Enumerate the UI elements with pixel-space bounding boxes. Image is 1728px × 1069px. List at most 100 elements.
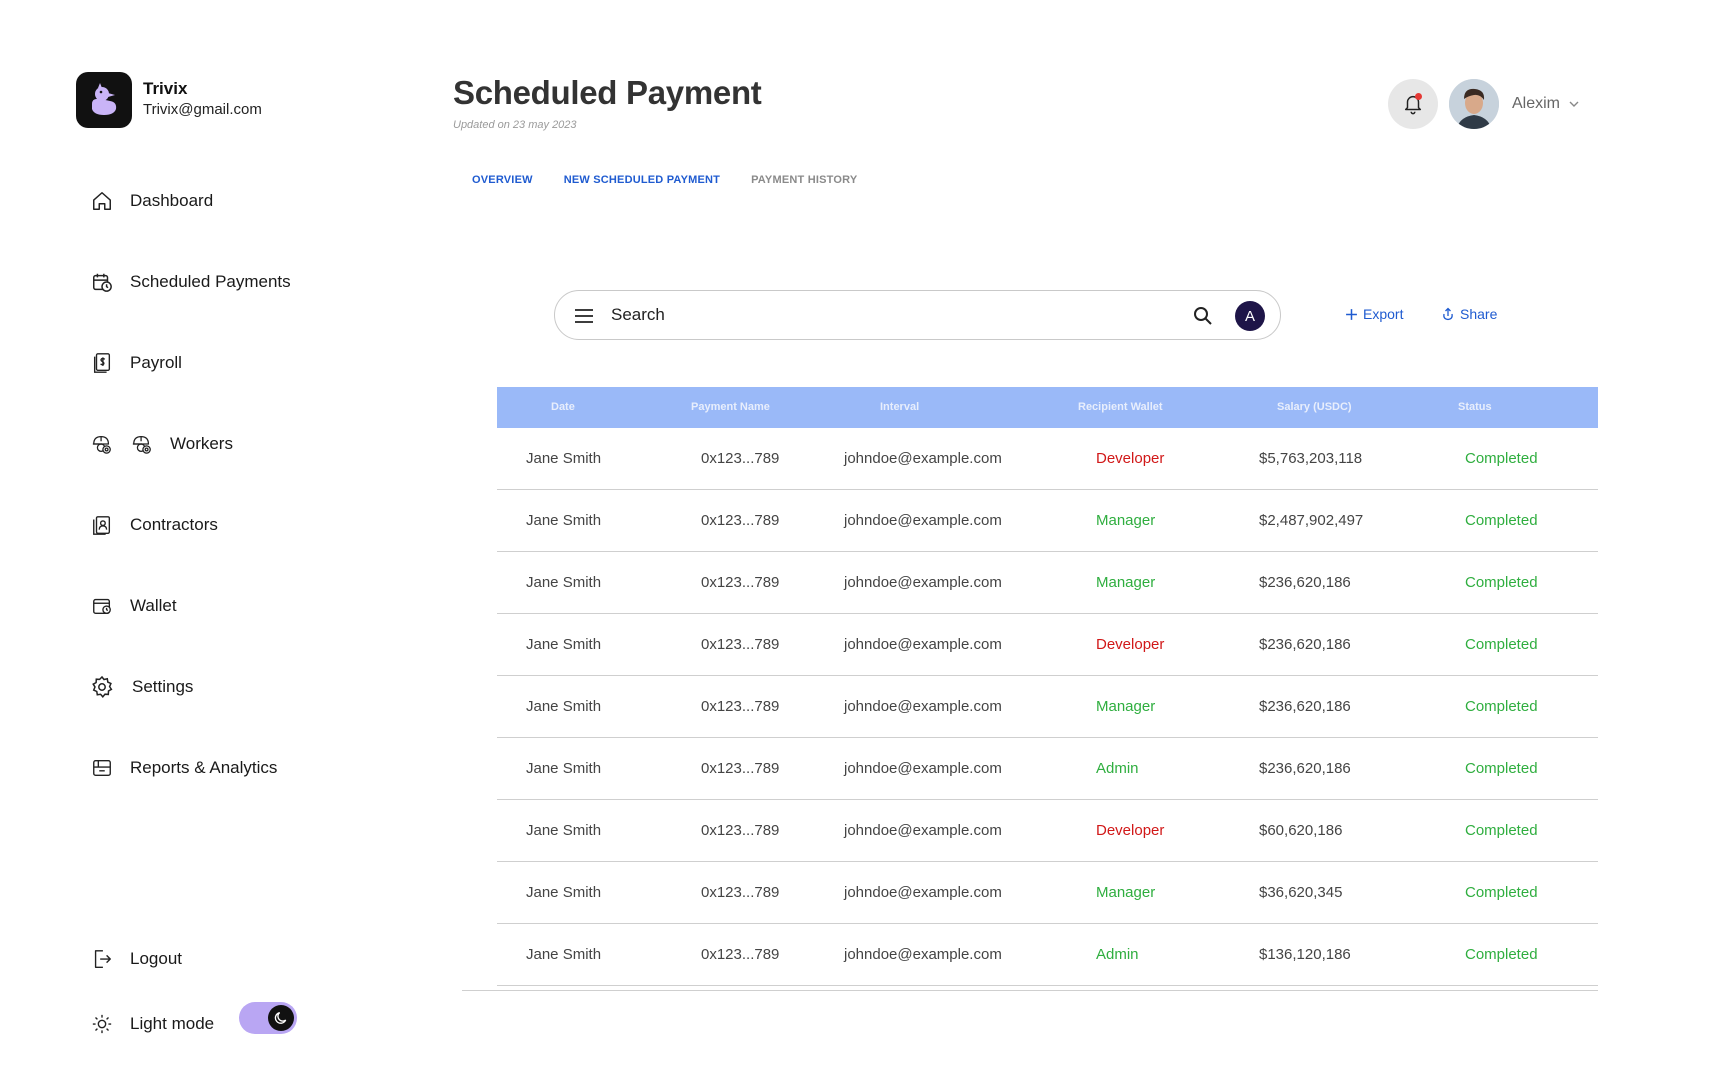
share-icon <box>1441 307 1455 321</box>
cell-date: Jane Smith <box>526 760 602 777</box>
sidebar-item-scheduled-payments[interactable]: Scheduled Payments <box>90 270 291 294</box>
theme-mode-row: Light mode <box>90 1012 214 1036</box>
cell-status: Completed <box>1465 822 1538 839</box>
cell-date: Jane Smith <box>526 698 602 715</box>
brand-name: Trivix <box>143 79 188 98</box>
table-row[interactable]: Jane Smith 0x123...789 johndoe@example.com… <box>497 862 1598 924</box>
cell-recipient-wallet: Admin <box>1096 760 1139 777</box>
cell-interval: johndoe@example.com <box>844 822 1002 839</box>
table-row[interactable]: Jane Smith 0x123...789 johndoe@example.com… <box>497 800 1598 862</box>
share-button[interactable]: Share <box>1441 306 1497 322</box>
moon-icon <box>274 1012 287 1024</box>
search-input[interactable] <box>611 301 1171 329</box>
cell-payment-name: 0x123...789 <box>701 636 780 653</box>
sidebar-item-wallet[interactable]: Wallet <box>90 594 177 618</box>
chevron-down-icon <box>1568 98 1580 110</box>
plus-icon <box>1345 308 1358 321</box>
share-label: Share <box>1460 306 1498 322</box>
reports-icon <box>90 756 114 780</box>
duck-logo-icon <box>92 83 117 115</box>
table-row[interactable]: Jane Smith 0x123...789 johndoe@example.com… <box>497 552 1598 614</box>
export-button[interactable]: Export <box>1345 306 1403 322</box>
cell-payment-name: 0x123...789 <box>701 450 780 467</box>
cell-payment-name: 0x123...789 <box>701 574 780 591</box>
sidebar-item-reports-analytics[interactable]: Reports & Analytics <box>90 756 277 780</box>
tab-payment-history[interactable]: PAYMENT HISTORY <box>751 174 857 186</box>
search-bar: A <box>554 290 1281 340</box>
notification-button[interactable] <box>1388 79 1438 129</box>
cell-recipient-wallet: Manager <box>1096 698 1156 715</box>
sidebar-item-dashboard[interactable]: Dashboard <box>90 189 213 213</box>
cell-date: Jane Smith <box>526 884 602 901</box>
search-avatar[interactable]: A <box>1235 301 1265 331</box>
cell-interval: johndoe@example.com <box>844 636 1002 653</box>
theme-toggle[interactable] <box>239 1002 297 1034</box>
cell-status: Completed <box>1465 450 1538 467</box>
cell-salary: $2,487,902,497 <box>1259 512 1364 529</box>
user-menu[interactable]: Alexim <box>1512 95 1580 113</box>
cell-status: Completed <box>1465 760 1538 777</box>
logout-button[interactable]: Logout <box>90 947 182 971</box>
payroll-icon <box>90 351 114 375</box>
cell-date: Jane Smith <box>526 822 602 839</box>
menu-icon[interactable] <box>572 304 596 328</box>
cell-salary: $236,620,186 <box>1259 760 1351 777</box>
sidebar-item-workers[interactable]: Workers <box>90 432 233 456</box>
wallet-icon <box>90 594 114 618</box>
search-icon[interactable] <box>1191 304 1215 328</box>
cell-date: Jane Smith <box>526 512 602 529</box>
avatar[interactable] <box>1449 79 1499 129</box>
cell-date: Jane Smith <box>526 636 602 653</box>
cell-recipient-wallet: Developer <box>1096 450 1165 467</box>
table-row[interactable]: Jane Smith 0x123...789 johndoe@example.com… <box>497 738 1598 800</box>
calendar-clock-icon <box>90 270 114 294</box>
table-row[interactable]: Jane Smith 0x123...789 johndoe@example.com… <box>497 614 1598 676</box>
cell-recipient-wallet: Manager <box>1096 512 1156 529</box>
cell-status: Completed <box>1465 946 1538 963</box>
page-title: Scheduled Payment <box>453 74 762 111</box>
cell-interval: johndoe@example.com <box>844 946 1002 963</box>
user-name: Alexim <box>1512 95 1561 112</box>
gear-icon <box>90 675 114 699</box>
column-header-interval[interactable]: Interval <box>880 401 919 413</box>
cell-status: Completed <box>1465 884 1538 901</box>
cell-status: Completed <box>1465 574 1538 591</box>
logout-icon <box>90 947 114 971</box>
table-row[interactable]: Jane Smith 0x123...789 johndoe@example.com… <box>497 490 1598 552</box>
tab-new-scheduled-payment[interactable]: NEW SCHEDULED PAYMENT <box>564 174 720 186</box>
cell-status: Completed <box>1465 512 1538 529</box>
cell-date: Jane Smith <box>526 574 602 591</box>
column-header-date[interactable]: Date <box>551 401 575 413</box>
column-header-recipient-wallet[interactable]: Recipient Wallet <box>1078 401 1163 413</box>
brand-logo <box>76 72 132 128</box>
cell-recipient-wallet: Developer <box>1096 636 1165 653</box>
cell-date: Jane Smith <box>526 946 602 963</box>
user-photo <box>1449 79 1499 129</box>
cell-payment-name: 0x123...789 <box>701 884 780 901</box>
cell-status: Completed <box>1465 698 1538 715</box>
sidebar-item-label: Settings <box>132 677 194 696</box>
cell-salary: $5,763,203,118 <box>1259 450 1363 467</box>
column-header-payment-name[interactable]: Payment Name <box>691 401 770 413</box>
sidebar-item-settings[interactable]: Settings <box>90 675 193 699</box>
cell-recipient-wallet: Manager <box>1096 884 1156 901</box>
column-header-salary[interactable]: Salary (USDC) <box>1277 401 1352 413</box>
brand-email: Trivix@gmail.com <box>143 101 262 118</box>
table-row[interactable]: Jane Smith 0x123...789 johndoe@example.com… <box>497 676 1598 738</box>
sidebar-item-contractors[interactable]: Contractors <box>90 513 218 537</box>
column-header-status[interactable]: Status <box>1458 401 1492 413</box>
sidebar-item-label: Contractors <box>130 515 218 534</box>
table-row[interactable]: Jane Smith 0x123...789 johndoe@example.com… <box>497 924 1598 986</box>
sidebar-item-label: Reports & Analytics <box>130 758 278 777</box>
sidebar-item-label: Payroll <box>130 353 182 372</box>
tab-overview[interactable]: OVERVIEW <box>472 174 533 186</box>
home-icon <box>90 189 114 213</box>
table-row[interactable]: Jane Smith 0x123...789 johndoe@example.com… <box>497 428 1598 490</box>
cell-interval: johndoe@example.com <box>844 698 1002 715</box>
sidebar-item-payroll[interactable]: Payroll <box>90 351 182 375</box>
cell-status: Completed <box>1465 636 1538 653</box>
brand: Trivix Trivix@gmail.com <box>76 72 262 128</box>
table-header: Date Payment Name Interval Recipient Wal… <box>497 387 1598 428</box>
contractors-icon <box>90 513 114 537</box>
sidebar-item-label: Workers <box>170 434 233 453</box>
